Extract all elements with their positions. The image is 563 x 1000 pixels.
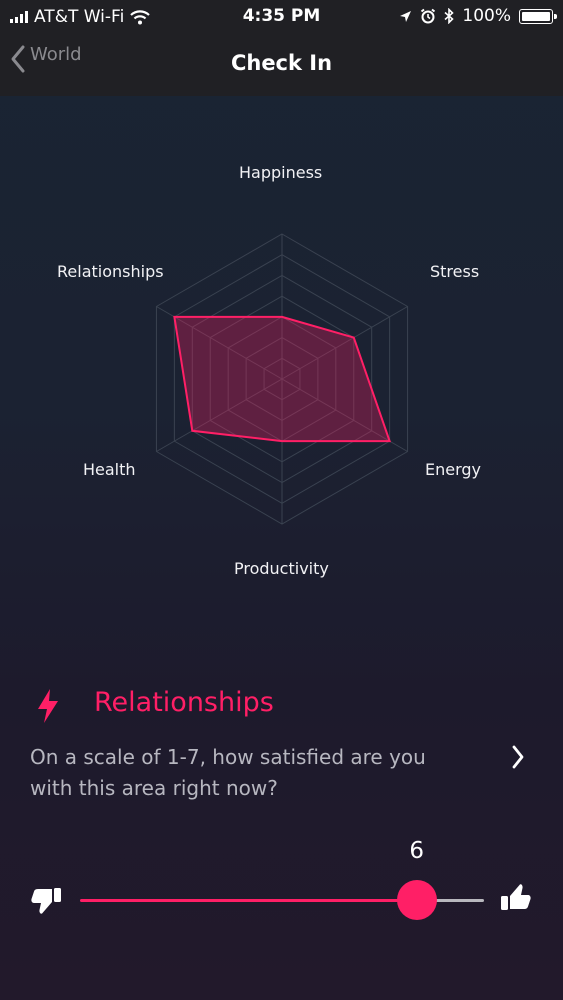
question-text: On a scale of 1-7, how satisfied are you…: [30, 745, 426, 800]
alarm-clock-icon: [421, 8, 436, 24]
category-title: Relationships: [94, 687, 274, 718]
chevron-right-icon[interactable]: [510, 744, 526, 770]
page-title: Check In: [230, 51, 333, 75]
battery-percent: 100%: [462, 6, 511, 26]
status-bar: AT&T Wi-Fi 4:35 PM 100%: [0, 0, 563, 34]
bluetooth-icon: [444, 8, 455, 24]
navigation-bar: World Check In: [0, 34, 563, 96]
axis-label-happiness: Happiness: [239, 163, 323, 182]
slider-value-label: 6: [409, 838, 424, 864]
axis-label-health: Health: [83, 460, 136, 479]
battery-icon: [519, 8, 557, 24]
axis-label-relationships: Relationships: [57, 262, 164, 281]
axis-label-productivity: Productivity: [234, 559, 329, 578]
thumbs-down-icon[interactable]: [30, 887, 62, 917]
rating-slider[interactable]: [80, 880, 484, 920]
thumbs-up-icon[interactable]: [500, 882, 532, 912]
status-right: 100%: [399, 6, 557, 26]
lightning-bolt-icon: [38, 689, 58, 723]
location-arrow-icon: [400, 10, 412, 22]
axis-label-energy: Energy: [425, 460, 482, 479]
axis-label-stress: Stress: [430, 262, 480, 281]
slider-thumb[interactable]: [396, 880, 437, 920]
slider-track-filled: [80, 899, 417, 902]
